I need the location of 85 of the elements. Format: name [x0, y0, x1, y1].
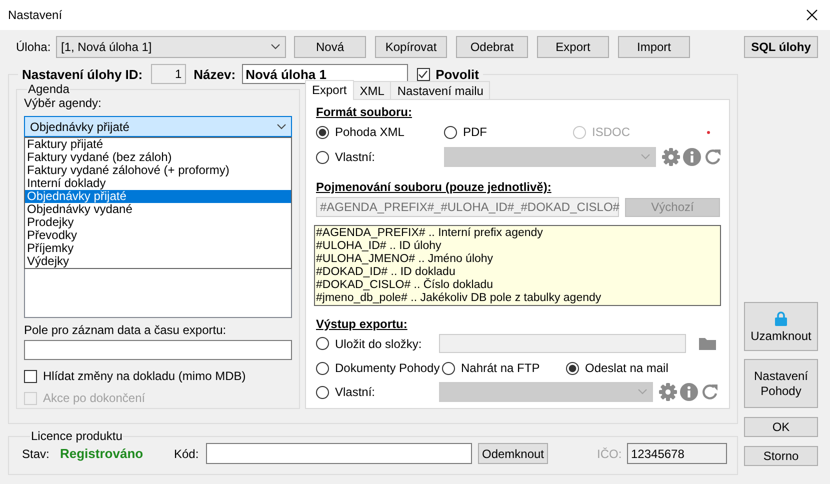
toolbar-button[interactable]: Kopírovat [375, 36, 447, 58]
folder-path-field[interactable] [439, 334, 686, 353]
dropdown-option[interactable]: Faktury přijaté [25, 138, 291, 151]
radio-label[interactable]: Odeslat na mail [585, 361, 668, 375]
radio-button[interactable] [444, 126, 457, 138]
gear-icon[interactable] [662, 148, 680, 166]
section-heading: Formát souboru: [316, 105, 413, 119]
radio-button[interactable] [566, 362, 579, 374]
section-heading: Pojmenování souboru (pouze jednotlivě): [316, 180, 552, 194]
tab[interactable]: Export [305, 80, 354, 100]
radio-button[interactable] [442, 362, 455, 374]
date-field-label: Pole pro záznam data a času exportu: [24, 323, 228, 337]
refresh-icon[interactable] [701, 383, 719, 401]
radio-label[interactable]: Vlastní: [335, 150, 376, 164]
task-select[interactable]: [1, Nová úloha 1] [56, 36, 286, 58]
file-name-pattern-field[interactable]: #AGENDA_PREFIX#_#ULOHA_ID#_#DOKAD_CISLO# [316, 197, 619, 217]
lock-icon [775, 310, 787, 326]
window-title: Nastavení [8, 8, 62, 22]
checkmark-icon [418, 70, 428, 78]
radio-label[interactable]: Vlastní: [335, 385, 376, 399]
radio-label[interactable]: Dokumenty Pohody [335, 361, 440, 375]
chevron-down-icon [277, 124, 286, 130]
dropdown-option[interactable]: Interní doklady [25, 177, 291, 190]
task-label: Úloha: [16, 40, 52, 54]
task-name-label: Název: [194, 66, 236, 82]
help-line: #jmeno_db_pole# .. Jakékoliv DB pole z tabulky agendy [316, 292, 602, 305]
gear-icon[interactable] [659, 383, 677, 401]
ico-field[interactable]: 12345678 [627, 443, 727, 464]
radio-label[interactable]: Pohoda XML [335, 125, 404, 139]
agenda-select-label: Výběr agendy: [24, 96, 102, 110]
radio-label[interactable]: PDF [463, 125, 487, 139]
tab[interactable]: Nastavení mailu [390, 81, 490, 99]
checkbox[interactable]: Hlídat změny na dokladu (mimo MDB) [24, 369, 246, 383]
toolbar-button[interactable]: Import [618, 36, 690, 58]
pohoda-settings-button[interactable]: Nastavení Pohody [744, 359, 818, 408]
dropdown-option[interactable]: Příjemky [25, 242, 291, 255]
status-label: Stav: [22, 446, 50, 460]
refresh-icon[interactable] [704, 148, 722, 166]
chevron-down-icon [638, 389, 647, 395]
folder-icon[interactable] [699, 336, 717, 350]
help-line: #AGENDA_PREFIX# .. Interní prefix agendy [316, 227, 544, 240]
sql-tasks-button[interactable]: SQL úlohy [744, 36, 818, 58]
radio-button[interactable] [316, 362, 329, 374]
info-icon[interactable] [680, 383, 698, 401]
help-line: #DOKAD_CISLO# .. Číslo dokladu [316, 279, 494, 292]
code-label: Kód: [174, 446, 200, 460]
required-icon [707, 130, 710, 134]
date-field[interactable] [24, 340, 292, 360]
chevron-down-icon [641, 154, 650, 160]
dropdown-option[interactable]: Objednávky přijaté [25, 190, 291, 203]
chevron-down-icon [271, 44, 280, 50]
section-heading: Výstup exportu: [316, 317, 408, 331]
dropdown-option[interactable]: Převodky [25, 229, 291, 242]
dropdown-option[interactable]: Objednávky vydané [25, 203, 291, 216]
cancel-button[interactable]: Storno [744, 446, 818, 466]
lock-button[interactable]: Uzamknout [744, 302, 818, 351]
close-icon[interactable] [806, 9, 818, 21]
radio-button[interactable] [316, 150, 329, 164]
status-value: Registrováno [60, 446, 144, 461]
toolbar-button[interactable]: Export [537, 36, 609, 58]
ok-button[interactable]: OK [744, 417, 818, 437]
ico-label: IČO: [597, 446, 623, 460]
dropdown-option[interactable]: Faktury vydané (bez záloh) [25, 151, 291, 164]
help-line: #DOKAD_ID# .. ID dokladu [316, 266, 456, 278]
task-id-label: Nastavení úlohy ID: [22, 66, 143, 82]
info-icon[interactable] [683, 148, 701, 166]
radio-button[interactable] [316, 126, 329, 138]
checkbox[interactable]: Povolit [416, 66, 479, 82]
task-id-field[interactable]: 1 [150, 64, 186, 84]
radio-label[interactable]: Nahrát na FTP [461, 361, 540, 375]
dropdown-option[interactable]: Faktury vydané zálohové (+ proformy) [25, 164, 291, 177]
group-title: Agenda [28, 82, 70, 96]
agenda-select[interactable]: Objednávky přijaté [24, 116, 292, 137]
toolbar-button[interactable]: Nová [294, 36, 366, 58]
help-line: #ULOHA_ID# .. ID úlohy [316, 240, 442, 253]
help-line: #ULOHA_JMENO# .. Jméno úlohy [316, 253, 494, 266]
dropdown-option[interactable]: Výdejky [25, 255, 291, 268]
group-title: Licence produktu [31, 429, 122, 443]
radio-button[interactable] [316, 386, 329, 398]
code-field[interactable] [206, 443, 472, 464]
radio-label[interactable]: Uložit do složky: [335, 336, 422, 350]
unlock-button[interactable]: Odemknout [478, 443, 548, 464]
radio-button[interactable] [316, 337, 329, 350]
dropdown-option[interactable]: Prodejky [25, 216, 291, 229]
toolbar-button[interactable]: Odebrat [456, 36, 528, 58]
